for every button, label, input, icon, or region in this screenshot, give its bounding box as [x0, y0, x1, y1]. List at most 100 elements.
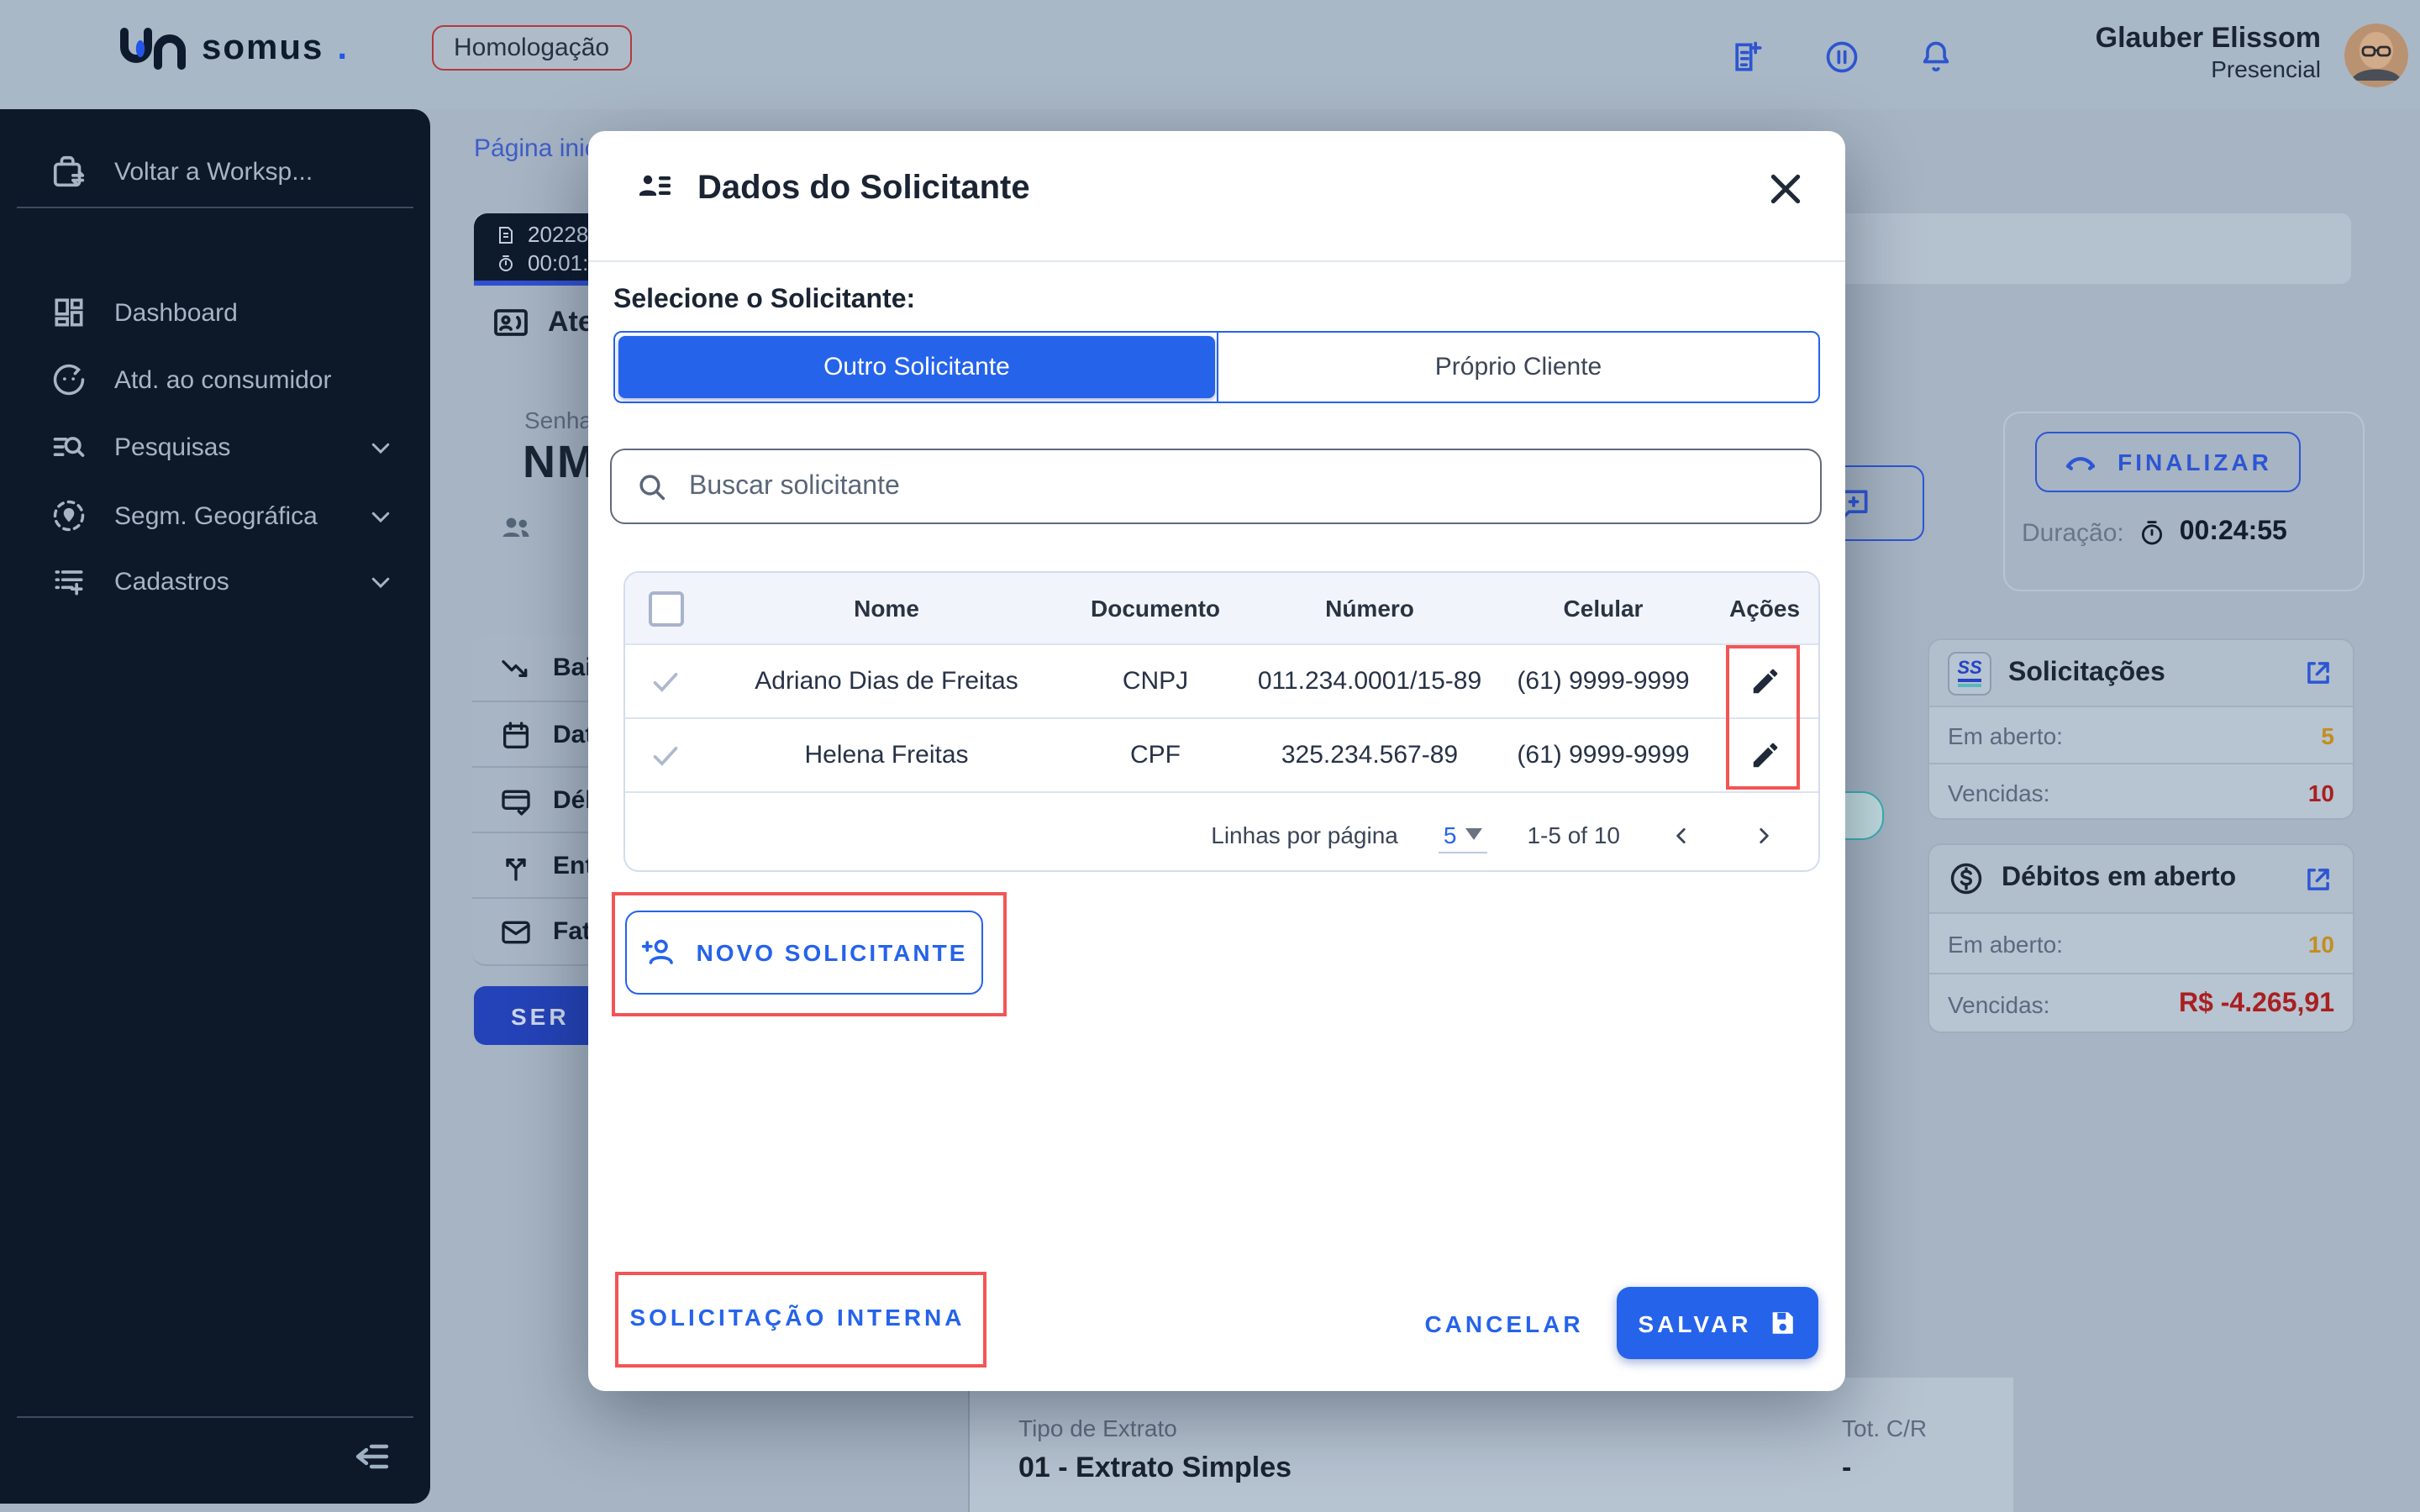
senha-label: Senha: [524, 407, 592, 433]
close-icon[interactable]: [1765, 168, 1807, 210]
row-value: 5: [2321, 722, 2334, 748]
user-name: Glauber Elissom: [2095, 22, 2321, 54]
sidebar-item-label: Voltar a Worksp...: [114, 157, 313, 186]
column-header: Número: [1325, 595, 1414, 622]
call-control-card: FINALIZAR Duração: 00:24:55: [2003, 412, 2365, 591]
bg-menu-label: Fat: [553, 917, 591, 946]
row-check-icon[interactable]: [625, 738, 706, 772]
top-header: somus . Homologação Glauber Elissom Pres…: [0, 0, 2420, 109]
pagination-range: 1-5 of 10: [1527, 822, 1620, 848]
rows-per-page-select[interactable]: 5: [1438, 817, 1487, 853]
sidebar-item-dashboard[interactable]: Dashboard: [0, 279, 430, 346]
search-list-icon: [50, 428, 87, 465]
chevron-down-icon: [368, 434, 393, 459]
row-label: Vencidas:: [1948, 779, 2050, 806]
next-page-icon[interactable]: [1743, 824, 1785, 846]
cell-number: 011.234.0001/15-89: [1257, 667, 1482, 696]
dashboard-icon: [50, 294, 87, 331]
stopwatch-icon: [2138, 518, 2166, 547]
attendance-card-header: Ate: [491, 302, 594, 343]
sidebar-item-label: Atd. ao consumidor: [114, 365, 332, 394]
column-header: Nome: [854, 595, 919, 622]
user-info[interactable]: Glauber Elissom Presencial: [1985, 20, 2321, 83]
dollar-circle-icon: [1948, 860, 1985, 897]
sidebar-item-label: Dashboard: [114, 298, 238, 327]
card-title: Solicitações: [2008, 658, 2165, 686]
pause-circle-icon[interactable]: [1823, 39, 1860, 76]
breadcrumb[interactable]: Página inic: [474, 134, 597, 163]
modal-title: Dados do Solicitante: [697, 169, 1030, 206]
tipo-extrato-label: Tipo de Extrato: [1018, 1415, 1177, 1441]
tab-outro-solicitante[interactable]: Outro Solicitante: [618, 336, 1215, 398]
table-header: Nome Documento Número Celular Ações: [625, 573, 1818, 643]
card-row: Vencidas: 10: [1929, 763, 2353, 818]
duration-label: Duração:: [2022, 518, 2124, 547]
protocol-number: 20228: [528, 222, 589, 247]
app-root: somus . Homologação Glauber Elissom Pres…: [0, 0, 2420, 1512]
sidebar-item-segm-geografica[interactable]: Segm. Geográfica: [0, 482, 430, 549]
mail-icon: [499, 915, 533, 948]
row-label: Vencidas:: [1948, 990, 2050, 1017]
annotation-box-solicitacao-interna: [615, 1272, 986, 1368]
split-arrows-icon: [499, 849, 533, 883]
tipo-extrato-value: 01 - Extrato Simples: [1018, 1452, 1292, 1483]
geo-pin-icon: [50, 497, 87, 534]
card-row: Em aberto: 10: [1929, 912, 2353, 973]
cell-doc-type: CNPJ: [1122, 667, 1189, 696]
save-floppy-icon: [1768, 1309, 1797, 1337]
caret-down-icon: [1465, 828, 1482, 840]
cell-phone: (61) 9999-9999: [1517, 667, 1690, 696]
table-row[interactable]: Helena Freitas CPF 325.234.567-89 (61) 9…: [625, 717, 1818, 791]
cell-name: Adriano Dias de Freitas: [755, 667, 1018, 696]
person-list-icon: [635, 168, 676, 208]
open-external-icon[interactable]: [2302, 863, 2334, 895]
logo-dot: .: [337, 29, 348, 67]
somus-logo-icon: [120, 28, 186, 70]
senha-value: NM: [523, 437, 597, 487]
prev-page-icon[interactable]: [1660, 824, 1702, 846]
phone-end-icon: [2064, 452, 2097, 472]
table-pagination: Linhas por página 5 1-5 of 10: [625, 791, 1818, 870]
finalizar-button[interactable]: FINALIZAR: [2035, 432, 2301, 492]
tot-cr-value: -: [1842, 1452, 1852, 1483]
extrato-panel: Tipo de Extrato 01 - Extrato Simples Tot…: [968, 1378, 2013, 1512]
sidebar-item-pesquisas[interactable]: Pesquisas: [0, 413, 430, 480]
table-row[interactable]: Adriano Dias de Freitas CNPJ 011.234.000…: [625, 643, 1818, 717]
tab-proprio-cliente[interactable]: Próprio Cliente: [1218, 333, 1818, 402]
column-header: Ações: [1728, 595, 1801, 622]
select-all-checkbox[interactable]: [648, 591, 683, 626]
search-input[interactable]: [686, 470, 1820, 503]
row-value: 10: [2307, 779, 2334, 806]
cancelar-button[interactable]: CANCELAR: [1420, 1287, 1588, 1359]
column-header: Celular: [1563, 595, 1644, 622]
sidebar-item-back-to-workspace[interactable]: Voltar a Worksp...: [0, 138, 430, 205]
id-card-phone-icon: [491, 302, 531, 343]
sidebar-item-label: Pesquisas: [114, 433, 231, 461]
annotation-box-actions: [1726, 645, 1800, 790]
modal-divider: [588, 260, 1845, 262]
cell-number: 325.234.567-89: [1281, 741, 1459, 769]
environment-badge: Homologação: [432, 25, 632, 71]
row-value: 10: [2307, 930, 2334, 957]
bell-icon[interactable]: [1918, 39, 1954, 76]
trending-down-icon: [499, 651, 533, 685]
list-add-icon: [50, 563, 87, 600]
sidebar-divider: [17, 1416, 413, 1418]
document-icon: [496, 224, 516, 244]
sidebar-item-cadastros[interactable]: Cadastros: [0, 548, 430, 615]
user-avatar[interactable]: [2344, 24, 2408, 87]
salvar-button[interactable]: SALVAR: [1617, 1287, 1818, 1359]
open-external-icon[interactable]: [2302, 657, 2334, 689]
row-check-icon[interactable]: [625, 664, 706, 698]
sidebar: Voltar a Worksp... Dashboard Atd. ao con…: [0, 109, 430, 1504]
sidebar-item-consumer[interactable]: Atd. ao consumidor: [0, 346, 430, 413]
row-label: Em aberto:: [1948, 722, 2063, 748]
protocol-timer: 00:01:: [528, 250, 589, 276]
chevron-down-icon: [368, 503, 393, 528]
dados-solicitante-modal: Dados do Solicitante Selecione o Solicit…: [588, 131, 1845, 1391]
note-add-icon[interactable]: [1729, 39, 1766, 76]
collapse-sidebar-icon[interactable]: [353, 1436, 393, 1477]
debitos-card-header: Débitos em aberto: [1929, 845, 2353, 912]
sidebar-item-label: Segm. Geográfica: [114, 501, 318, 530]
logo-text: somus: [202, 29, 324, 67]
